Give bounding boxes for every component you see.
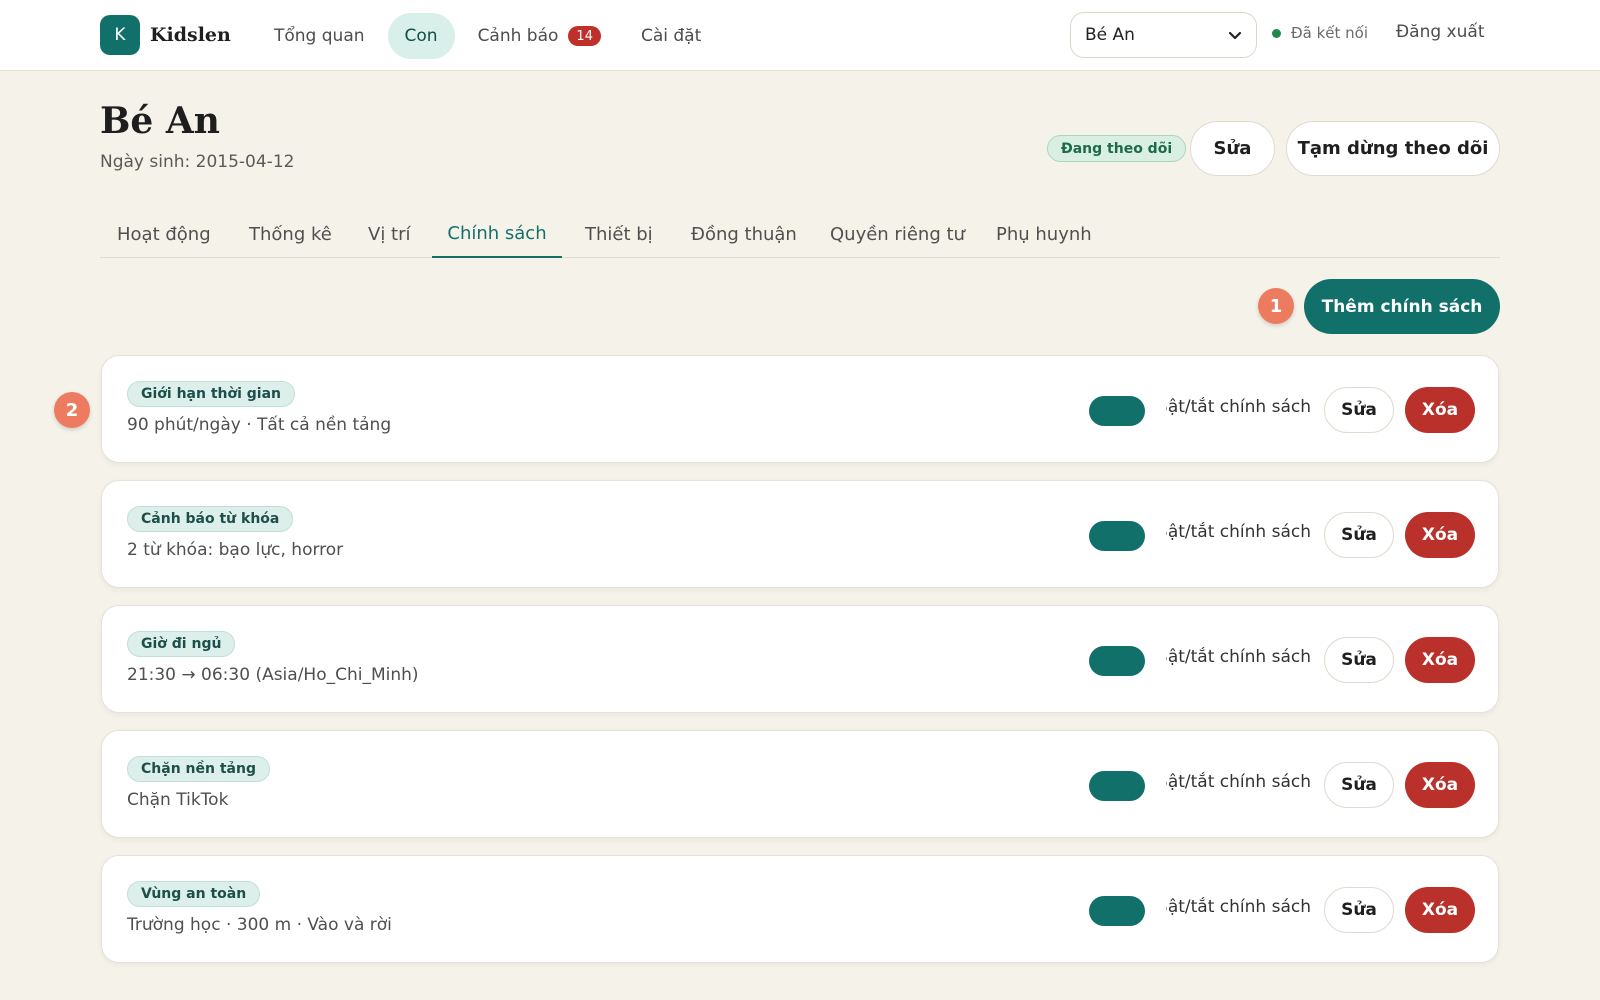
chevron-down-icon [1228, 31, 1242, 40]
connection-status: Đã kết nối [1272, 24, 1368, 42]
delete-policy-button[interactable]: Xóa [1405, 762, 1475, 808]
tab-consent[interactable]: Đồng thuận [691, 210, 797, 258]
logout-link[interactable]: Đăng xuất [1396, 22, 1484, 42]
child-tabs: Hoạt động Thống kê Vị trí Chính sách Thi… [100, 210, 1500, 258]
policy-toggle-label: Bật/tắt chính sách [1166, 397, 1311, 417]
delete-policy-button[interactable]: Xóa [1405, 637, 1475, 683]
child-select-value: Bé An [1085, 25, 1135, 45]
child-select[interactable]: Bé An [1070, 12, 1257, 58]
page-title: Bé An [100, 100, 220, 142]
tab-devices[interactable]: Thiết bị [585, 210, 653, 258]
tab-stats[interactable]: Thống kê [249, 210, 332, 258]
edit-policy-button[interactable]: Sửa [1324, 387, 1394, 433]
tab-policies[interactable]: Chính sách [432, 210, 562, 258]
status-dot-icon [1272, 28, 1281, 38]
policy-toggle-label: Bật/tắt chính sách [1166, 897, 1311, 917]
policy-toggle-label: Bật/tắt chính sách [1166, 647, 1311, 667]
policy-description: 21:30 → 06:30 (Asia/Ho_Chi_Minh) [127, 665, 419, 685]
edit-policy-button[interactable]: Sửa [1324, 762, 1394, 808]
alerts-count-badge: 14 [568, 26, 601, 46]
child-dob: Ngày sinh: 2015-04-12 [100, 152, 295, 172]
policy-card: Chặn nền tảng Chặn TikTok Bật/tắt chính … [101, 730, 1499, 838]
policy-type-chip: Vùng an toàn [127, 881, 261, 907]
policy-description: 90 phút/ngày · Tất cả nền tảng [127, 415, 392, 435]
policy-toggle-label: Bật/tắt chính sách [1166, 522, 1311, 542]
policy-type-chip: Chặn nền tảng [127, 756, 270, 782]
policy-description: 2 từ khóa: bạo lực, horror [127, 540, 344, 560]
policy-description: Chặn TikTok [127, 790, 229, 810]
policy-card: Giới hạn thời gian 90 phút/ngày · Tất cả… [101, 355, 1499, 463]
nav-item-alerts-label: Cảnh báo [477, 26, 559, 46]
tab-activity[interactable]: Hoạt động [117, 210, 211, 258]
policy-card: Vùng an toàn Trường học · 300 m · Vào và… [101, 855, 1499, 963]
add-policy-button[interactable]: Thêm chính sách [1304, 279, 1500, 334]
policy-toggle[interactable] [1089, 396, 1145, 426]
app-name: Kidslen [150, 24, 231, 46]
policy-card: Giờ đi ngủ 21:30 → 06:30 (Asia/Ho_Chi_Mi… [101, 605, 1499, 713]
delete-policy-button[interactable]: Xóa [1405, 887, 1475, 933]
policy-toggle[interactable] [1089, 646, 1145, 676]
edit-policy-button[interactable]: Sửa [1324, 637, 1394, 683]
policy-type-chip: Giới hạn thời gian [127, 381, 296, 407]
connection-label: Đã kết nối [1291, 24, 1368, 42]
policy-toggle[interactable] [1089, 896, 1145, 926]
step-marker-2: 2 [54, 392, 90, 428]
top-bar: K Kidslen Tổng quan Con Cảnh báo 14 Cài … [0, 0, 1600, 71]
policy-type-chip: Cảnh báo từ khóa [127, 506, 294, 532]
policy-card: Cảnh báo từ khóa 2 từ khóa: bạo lực, hor… [101, 480, 1499, 588]
edit-policy-button[interactable]: Sửa [1324, 887, 1394, 933]
step-marker-1: 1 [1258, 288, 1294, 324]
pause-monitoring-button[interactable]: Tạm dừng theo dõi [1286, 121, 1500, 176]
main-nav: Tổng quan Con Cảnh báo 14 Cài đặt [257, 13, 724, 59]
logo-icon: K [100, 15, 140, 55]
policy-toggle[interactable] [1089, 771, 1145, 801]
brand[interactable]: K Kidslen [100, 15, 231, 55]
tab-privacy[interactable]: Quyền riêng tư [830, 210, 965, 258]
policy-toggle[interactable] [1089, 521, 1145, 551]
nav-item-overview[interactable]: Tổng quan [257, 13, 382, 59]
policy-type-chip: Giờ đi ngủ [127, 631, 236, 657]
edit-policy-button[interactable]: Sửa [1324, 512, 1394, 558]
nav-item-children[interactable]: Con [387, 13, 455, 59]
delete-policy-button[interactable]: Xóa [1405, 512, 1475, 558]
edit-child-button[interactable]: Sửa [1190, 121, 1275, 176]
tab-parents[interactable]: Phụ huynh [996, 210, 1092, 258]
nav-item-settings[interactable]: Cài đặt [624, 13, 718, 59]
policy-description: Trường học · 300 m · Vào và rời [127, 915, 392, 935]
status-badge: Đang theo dõi [1047, 135, 1187, 162]
policy-toggle-label: Bật/tắt chính sách [1166, 772, 1311, 792]
tab-location[interactable]: Vị trí [368, 210, 411, 258]
nav-item-alerts[interactable]: Cảnh báo 14 [461, 13, 618, 59]
delete-policy-button[interactable]: Xóa [1405, 387, 1475, 433]
